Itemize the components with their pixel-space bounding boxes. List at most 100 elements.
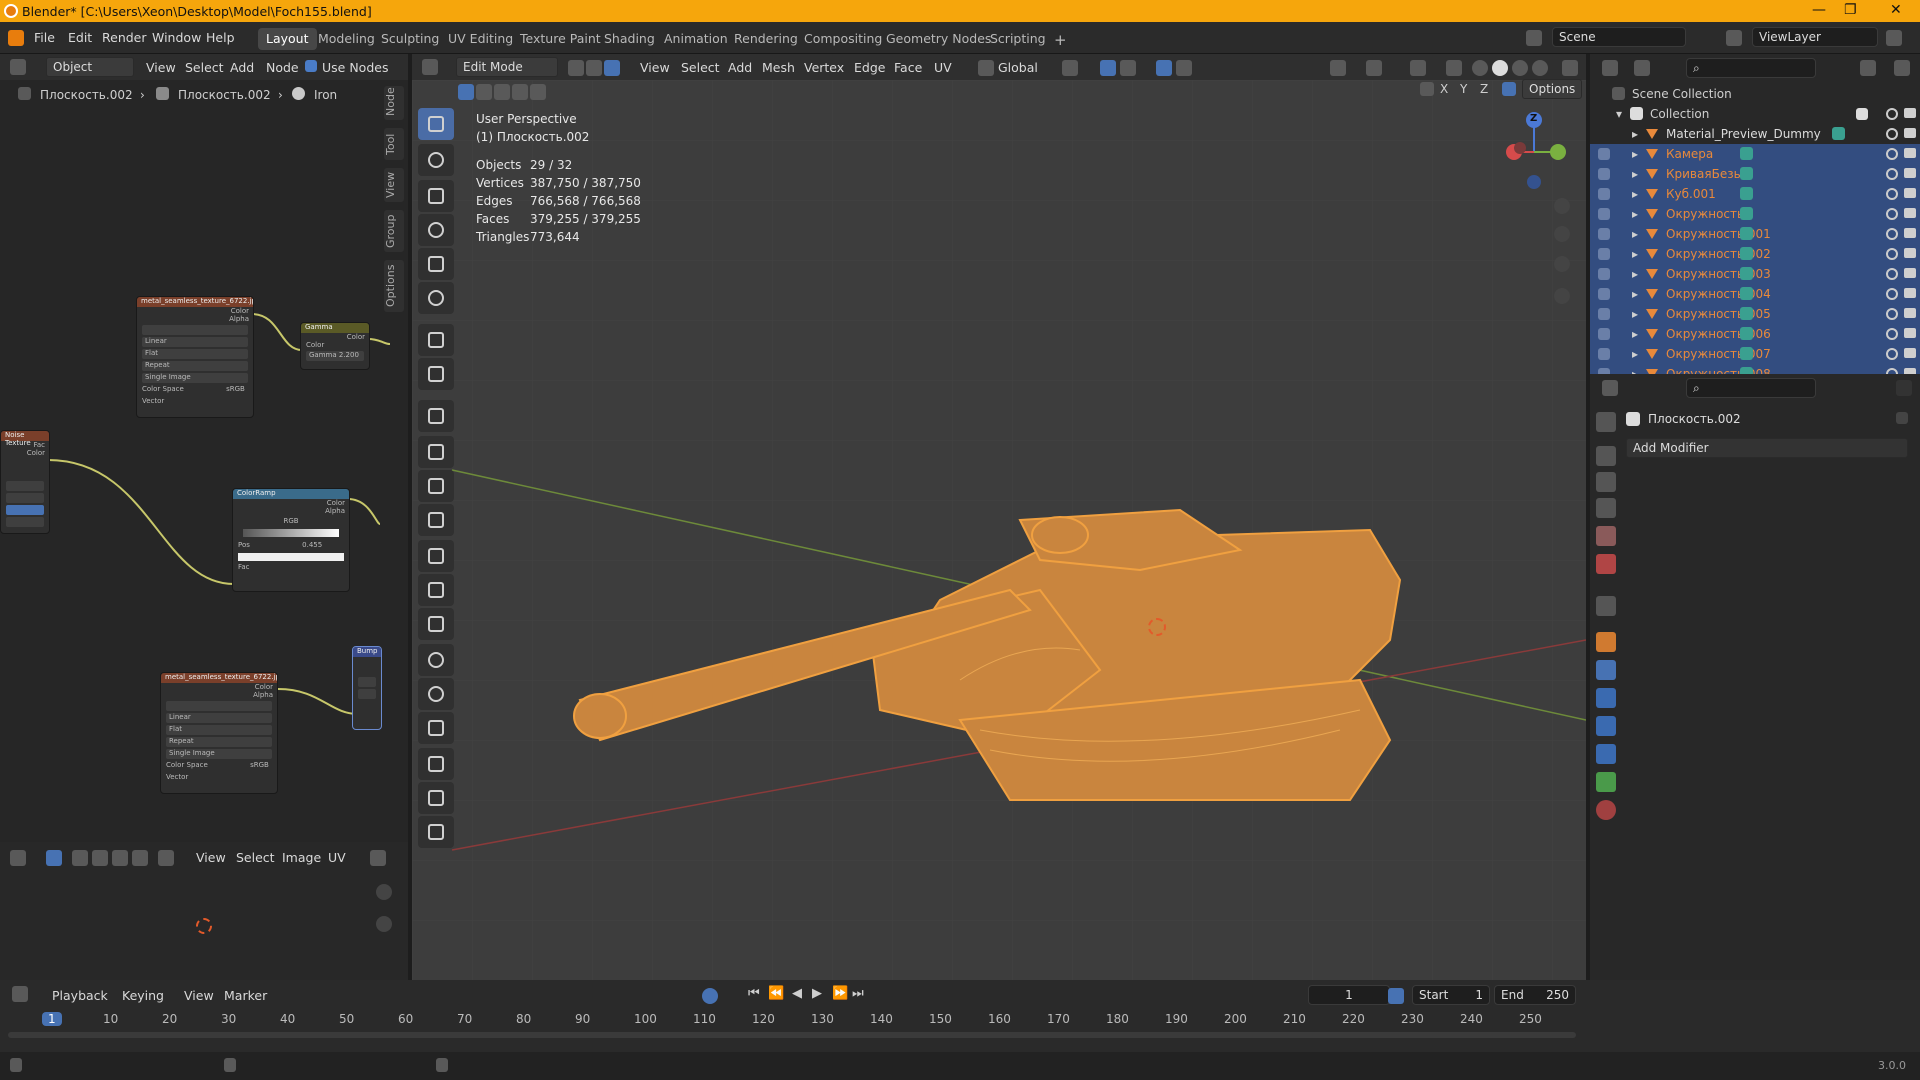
visibility-icon[interactable] (1330, 60, 1346, 76)
sticky-mode-icon[interactable] (158, 850, 174, 866)
edit-mode-icon[interactable] (1598, 328, 1610, 340)
auto-keying-icon[interactable] (702, 988, 718, 1004)
eye-icon[interactable] (1886, 308, 1898, 320)
camera-icon[interactable] (1904, 188, 1916, 198)
play-icon[interactable]: ▶ (812, 986, 822, 1001)
view-layer-properties-tab[interactable] (1596, 498, 1616, 518)
ramp-mode[interactable]: RGB (233, 515, 349, 527)
image-texture-node-2[interactable]: metal_seamless_texture_6722.jpg Color Al… (160, 672, 278, 794)
data-properties-tab[interactable] (1596, 772, 1616, 792)
tank-mesh[interactable] (540, 480, 1420, 820)
eye-icon[interactable] (1886, 168, 1898, 180)
new-collection-icon[interactable] (1894, 60, 1910, 76)
tool-knife[interactable] (418, 574, 454, 606)
tool-bevel[interactable] (418, 504, 454, 536)
next-keyframe-icon[interactable]: ⏩ (832, 986, 848, 1001)
camera-icon[interactable] (1904, 108, 1916, 118)
eye-icon[interactable] (1886, 108, 1898, 120)
eye-icon[interactable] (1886, 328, 1898, 340)
properties-editor[interactable]: ⌕ Плоскость.002 Add Modifier (1590, 374, 1920, 980)
tab-group[interactable]: Group (384, 210, 404, 252)
vp-menu-mesh[interactable]: Mesh (762, 60, 795, 75)
expand-icon[interactable]: ▸ (1632, 307, 1638, 321)
vertex-select-icon[interactable] (568, 60, 584, 76)
vp-menu-vertex[interactable]: Vertex (804, 60, 844, 75)
noise-texture-node[interactable]: Noise Texture Fac Color (0, 430, 50, 534)
tool-scale[interactable] (418, 248, 454, 280)
expand-icon[interactable]: ▸ (1632, 127, 1638, 141)
tool-shrink-fatten[interactable] (418, 748, 454, 780)
value-field[interactable] (6, 517, 44, 527)
rendered-shading-icon[interactable] (1532, 60, 1548, 76)
edit-mode-dropdown[interactable]: Edit Mode (456, 57, 558, 77)
tl-menu-view[interactable]: View (184, 988, 214, 1003)
options-dropdown[interactable]: Options (1522, 79, 1582, 99)
preview-range-icon[interactable] (1388, 988, 1404, 1004)
zoom-icon[interactable] (376, 884, 392, 900)
ramp-gradient[interactable] (243, 529, 339, 537)
edit-mode-icon[interactable] (1598, 228, 1610, 240)
tab-layout[interactable]: Layout (258, 28, 317, 50)
xray-icon[interactable] (1446, 60, 1462, 76)
pan-hand-icon[interactable] (1554, 226, 1570, 242)
eye-icon[interactable] (1886, 348, 1898, 360)
expand-icon[interactable]: ▸ (1632, 207, 1638, 221)
camera-icon[interactable] (1904, 228, 1916, 238)
scene-collection-row[interactable]: Scene Collection (1590, 84, 1920, 104)
ie-menu-image[interactable]: Image (282, 850, 321, 865)
collection-properties-tab[interactable] (1596, 596, 1616, 616)
edit-mode-icon[interactable] (1598, 308, 1610, 320)
tab-tool[interactable]: Tool (384, 128, 404, 160)
expand-icon[interactable]: ▸ (1632, 247, 1638, 261)
tool-measure[interactable] (418, 358, 454, 390)
world-properties-tab[interactable] (1596, 554, 1616, 574)
snap-icon[interactable] (1100, 60, 1116, 76)
play-reverse-icon[interactable]: ◀ (792, 986, 802, 1001)
jump-start-icon[interactable]: ⏮ (748, 986, 760, 1001)
expand-icon[interactable]: ▸ (1632, 327, 1638, 341)
menu-render[interactable]: Render (102, 30, 147, 45)
gamma-value-field[interactable]: Gamma 2.200 (306, 351, 364, 361)
camera-icon[interactable] (1904, 208, 1916, 218)
edit-mode-icon[interactable] (1598, 148, 1610, 160)
expand-icon[interactable]: ▸ (1632, 187, 1638, 201)
expand-icon[interactable]: ▸ (1632, 287, 1638, 301)
tool-poly-build[interactable] (418, 608, 454, 640)
uv-image-editor[interactable]: View Select Image UV (0, 842, 408, 980)
mesh-data-icon[interactable] (1740, 327, 1753, 340)
tool-annotate[interactable] (418, 324, 454, 356)
3d-cursor-icon[interactable] (1148, 618, 1166, 636)
timeline[interactable]: Playback Keying View Marker ⏮ ⏪ ◀ ▶ ⏩ ⏭ … (0, 980, 1920, 1052)
material-shading-icon[interactable] (1512, 60, 1528, 76)
scene-icon[interactable] (1526, 30, 1542, 46)
camera-icon[interactable] (1904, 168, 1916, 178)
outliner-item[interactable]: ▸ Окружность.003 (1590, 264, 1920, 284)
camera-icon[interactable] (1904, 348, 1916, 358)
value-field[interactable] (358, 689, 376, 699)
maximize-button[interactable]: ❐ (1844, 2, 1857, 18)
2d-cursor-icon[interactable] (196, 918, 212, 934)
tl-menu-playback[interactable]: Playback (52, 988, 108, 1003)
tab-texture-paint[interactable]: Texture Paint (512, 28, 609, 50)
start-frame-field[interactable]: Start 1 (1412, 985, 1490, 1005)
mirror-z[interactable]: Z (1480, 82, 1488, 96)
tool-move[interactable] (418, 180, 454, 212)
edge-select-icon[interactable] (92, 850, 108, 866)
tab-sculpting[interactable]: Sculpting (373, 28, 447, 50)
tool-transform[interactable] (418, 282, 454, 314)
new-view-layer-icon[interactable] (1886, 30, 1902, 46)
scene-properties-tab[interactable] (1596, 526, 1616, 546)
mesh-data-icon[interactable] (1740, 227, 1753, 240)
jump-end-icon[interactable]: ⏭ (852, 986, 864, 1001)
edit-mode-icon[interactable] (1598, 288, 1610, 300)
camera-icon[interactable] (1904, 268, 1916, 278)
vp-menu-uv[interactable]: UV (934, 60, 952, 75)
tab-rendering[interactable]: Rendering (726, 28, 806, 50)
menu-edit[interactable]: Edit (68, 30, 92, 45)
camera-icon[interactable] (1904, 308, 1916, 318)
outliner-search-input[interactable]: ⌕ (1686, 58, 1816, 78)
minimize-button[interactable]: — (1812, 2, 1826, 18)
mirror-icon[interactable] (1420, 82, 1434, 96)
vp-menu-select[interactable]: Select (681, 60, 720, 75)
physics-properties-tab[interactable] (1596, 716, 1616, 736)
